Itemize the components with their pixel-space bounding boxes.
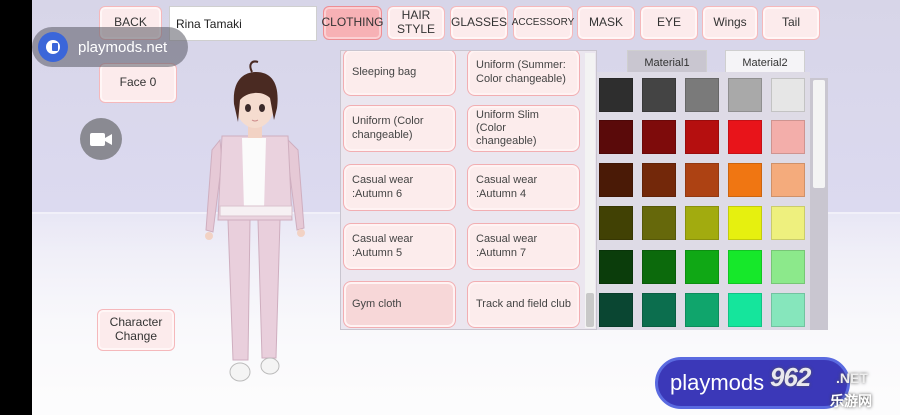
site-watermark-net: .NET [836, 370, 868, 386]
clothing-item-label: Casual wear :Autumn 7 [476, 233, 538, 259]
color-swatch[interactable] [599, 206, 633, 240]
clothing-item-casual-autumn-4[interactable]: Casual wear :Autumn 4 [467, 164, 580, 211]
color-swatch[interactable] [642, 120, 676, 154]
color-swatch[interactable] [642, 163, 676, 197]
color-swatch[interactable] [685, 120, 719, 154]
color-swatch[interactable] [642, 206, 676, 240]
clothing-item-label: Casual wear :Autumn 6 [352, 174, 414, 200]
playmods-logo-icon [38, 32, 68, 62]
clothing-item-track-field-club[interactable]: Track and field club [467, 281, 580, 328]
watermark-text: playmods.net [78, 38, 168, 56]
color-swatch[interactable] [685, 250, 719, 284]
clothing-item-label: Uniform Slim (Color changeable) [476, 108, 539, 148]
tab-clothing[interactable]: CLOTHING [322, 6, 384, 40]
tab-wings[interactable]: Wings [702, 6, 758, 40]
color-swatch[interactable] [728, 293, 762, 327]
camera-button[interactable] [80, 118, 122, 160]
character-name-field[interactable]: Rina Tamaki [169, 6, 317, 41]
color-swatch[interactable] [642, 293, 676, 327]
character-change-button[interactable]: Character Change [97, 309, 175, 351]
color-swatch[interactable] [685, 293, 719, 327]
color-swatch[interactable] [771, 163, 805, 197]
clothing-item-casual-autumn-7[interactable]: Casual wear :Autumn 7 [467, 223, 580, 270]
tab-tail[interactable]: Tail [762, 6, 820, 40]
color-swatch[interactable] [771, 250, 805, 284]
color-swatch[interactable] [642, 250, 676, 284]
clothing-item-casual-autumn-5[interactable]: Casual wear :Autumn 5 [343, 223, 456, 270]
video-camera-icon [90, 133, 112, 146]
color-swatch[interactable] [599, 163, 633, 197]
color-swatch[interactable] [599, 250, 633, 284]
site-watermark-number: 962 [770, 362, 811, 392]
clothing-item-sleeping-bag[interactable]: Sleeping bag [343, 51, 456, 96]
clothing-item-label: Sleeping bag [352, 65, 417, 78]
color-swatch[interactable] [599, 293, 633, 327]
color-swatch[interactable] [728, 206, 762, 240]
color-swatch[interactable] [728, 78, 762, 112]
color-swatch[interactable] [599, 120, 633, 154]
clothing-item-label: Track and field club [476, 297, 571, 310]
color-swatch[interactable] [728, 163, 762, 197]
tab-mask[interactable]: MASK [577, 6, 635, 40]
tab-glasses[interactable]: GLASSES [450, 6, 508, 40]
clothing-item-casual-autumn-6[interactable]: Casual wear :Autumn 6 [343, 164, 456, 211]
color-swatch[interactable] [771, 120, 805, 154]
color-swatch[interactable] [685, 163, 719, 197]
clothing-item-uniform[interactable]: Uniform (Color changeable) [343, 105, 456, 152]
color-swatch[interactable] [771, 206, 805, 240]
color-swatch[interactable] [685, 78, 719, 112]
color-scrollbar[interactable] [810, 78, 828, 330]
color-swatch[interactable] [771, 78, 805, 112]
color-swatch[interactable] [771, 293, 805, 327]
tab-hair-style[interactable]: HAIR STYLE [387, 6, 445, 40]
clothing-item-label: Gym cloth [352, 297, 402, 310]
playmods-bottom-watermark: playmods [655, 357, 850, 409]
character-model[interactable] [200, 60, 310, 390]
clothing-item-gym-cloth[interactable]: Gym cloth [343, 281, 456, 328]
tab-eye[interactable]: EYE [640, 6, 698, 40]
clothing-scrollbar-thumb[interactable] [586, 293, 594, 327]
color-swatch[interactable] [685, 206, 719, 240]
clothing-item-uniform-summer[interactable]: Uniform (Summer: Color changeable) [467, 51, 580, 96]
clothing-scrollbar[interactable] [585, 53, 595, 328]
clothing-item-label: Uniform (Summer: Color changeable) [476, 59, 566, 85]
color-swatch[interactable] [728, 250, 762, 284]
clothing-item-uniform-slim[interactable]: Uniform Slim (Color changeable) [467, 105, 580, 152]
color-swatch[interactable] [599, 78, 633, 112]
clothing-list[interactable]: Sleeping bag Uniform (Summer: Color chan… [340, 50, 597, 330]
playmods-watermark: playmods.net [32, 27, 188, 67]
color-swatch[interactable] [642, 78, 676, 112]
color-scrollbar-thumb[interactable] [813, 80, 825, 188]
face-button[interactable]: Face 0 [99, 63, 177, 103]
site-watermark-cn: 乐游网 [830, 393, 872, 409]
clothing-item-label: Casual wear :Autumn 5 [352, 233, 414, 259]
clothing-item-label: Uniform (Color changeable) [352, 115, 424, 141]
clothing-item-label: Casual wear :Autumn 4 [476, 174, 538, 200]
color-swatch[interactable] [728, 120, 762, 154]
tab-accessory[interactable]: ACCESSORY [512, 6, 574, 40]
